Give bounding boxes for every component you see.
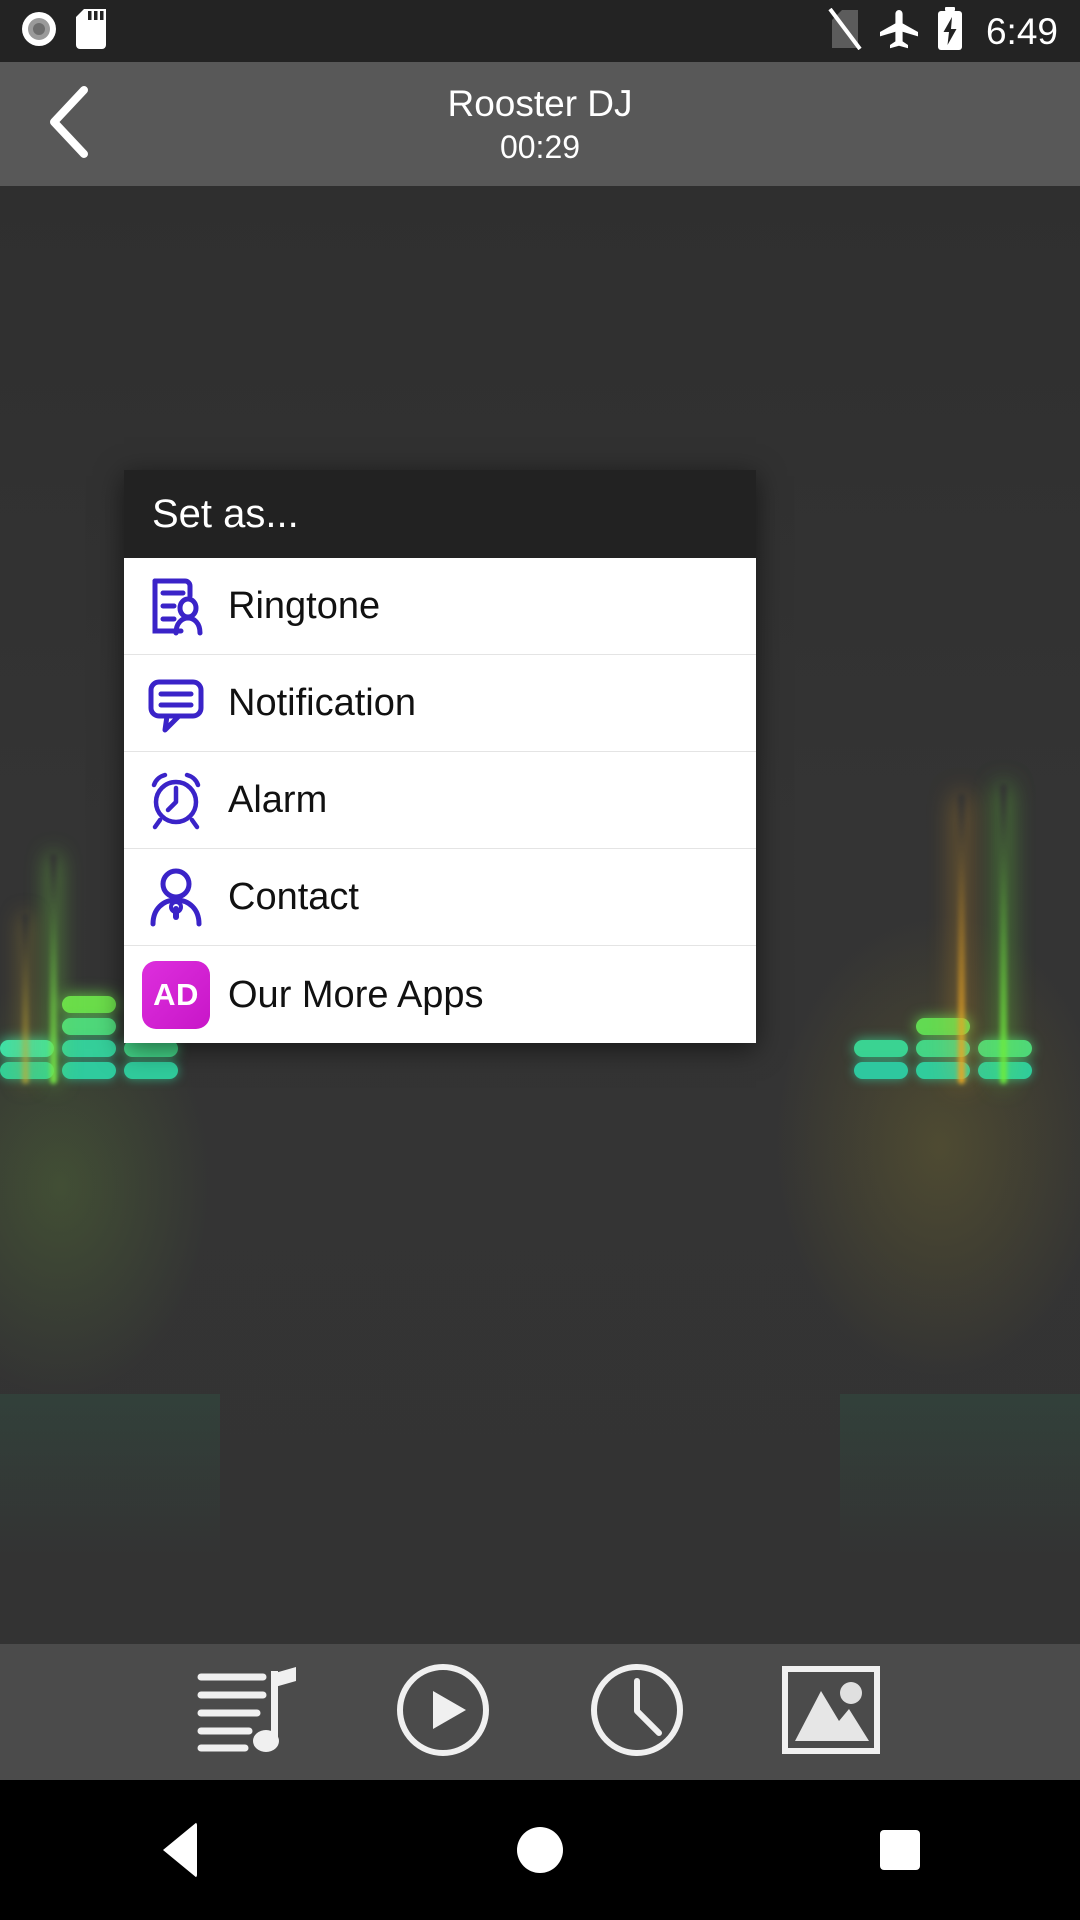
record-disc-icon: [20, 10, 58, 53]
chevron-left-icon: [42, 82, 98, 167]
dialog-title: Set as...: [152, 492, 299, 536]
dialog-item-label: Contact: [228, 876, 359, 918]
gallery-button[interactable]: [766, 1644, 896, 1780]
dialog-item-label: Ringtone: [228, 585, 381, 627]
back-button[interactable]: [10, 62, 130, 186]
square-recents-icon: [880, 1830, 920, 1870]
play-button[interactable]: [378, 1644, 508, 1780]
eq-glow-line: [22, 914, 29, 1084]
eq-column: [124, 1040, 178, 1084]
person-icon: [124, 866, 228, 928]
status-bar: 6:49: [0, 0, 1080, 62]
phone-screen: 6:49 Rooster DJ 00:29 Set as... Ringtone…: [0, 0, 1080, 1920]
circle-home-icon: [517, 1827, 563, 1873]
android-nav-bar: [0, 1780, 1080, 1920]
eq-column: [62, 996, 116, 1084]
title-block: Rooster DJ 00:29: [0, 62, 1080, 186]
speech-bubble-icon: [124, 672, 228, 734]
eq-reflection: [0, 1394, 220, 1644]
alarm-clock-icon: [124, 769, 228, 831]
playlist-button[interactable]: [184, 1644, 314, 1780]
airplane-mode-icon: [878, 8, 920, 55]
nav-home-button[interactable]: [440, 1780, 640, 1920]
dialog-item-contact[interactable]: Contact: [124, 849, 756, 946]
play-circle-icon: [394, 1661, 492, 1764]
clock-icon: [588, 1661, 686, 1764]
dialog-item-label: Our More Apps: [228, 973, 484, 1016]
triangle-back-icon: [163, 1822, 197, 1878]
playlist-music-icon: [197, 1665, 301, 1760]
no-sim-icon: [828, 7, 862, 55]
dialog-item-notification[interactable]: Notification: [124, 655, 756, 752]
dialog-item-alarm[interactable]: Alarm: [124, 752, 756, 849]
nav-back-button[interactable]: [80, 1780, 280, 1920]
image-gallery-icon: [781, 1665, 881, 1760]
set-as-dialog: Set as... Ringtone Notification Alarm Co…: [124, 470, 756, 1043]
track-duration: 00:29: [499, 129, 581, 165]
title-bar: Rooster DJ 00:29: [0, 62, 1080, 186]
dialog-item-our-more-apps[interactable]: AD Our More Apps: [124, 946, 756, 1043]
eq-reflection: [840, 1394, 1080, 1644]
ad-badge-icon: AD: [124, 960, 228, 1029]
eq-column: [854, 1040, 908, 1084]
sd-card-icon: [76, 8, 106, 54]
bottom-toolbar: [0, 1644, 1080, 1780]
status-bar-clock: 6:49: [985, 10, 1058, 52]
battery-charging-icon: [936, 6, 964, 56]
eq-glow-line: [958, 794, 965, 1084]
eq-glow-line: [50, 854, 57, 1084]
timer-button[interactable]: [572, 1644, 702, 1780]
ad-badge-label: AD: [142, 960, 210, 1029]
dialog-option-list: Ringtone Notification Alarm Contact AD O…: [124, 558, 756, 1043]
dialog-item-ringtone[interactable]: Ringtone: [124, 558, 756, 655]
ringtone-contact-card-icon: [124, 575, 228, 637]
status-bar-left-icons: [0, 8, 106, 54]
dialog-header: Set as...: [124, 470, 756, 558]
nav-recents-button[interactable]: [800, 1780, 1000, 1920]
dialog-item-label: Alarm: [228, 779, 328, 821]
eq-glow-line: [1000, 784, 1007, 1084]
status-bar-right-icons: 6:49: [828, 6, 1080, 56]
dialog-item-label: Notification: [228, 682, 416, 724]
page-title: Rooster DJ: [447, 83, 633, 124]
